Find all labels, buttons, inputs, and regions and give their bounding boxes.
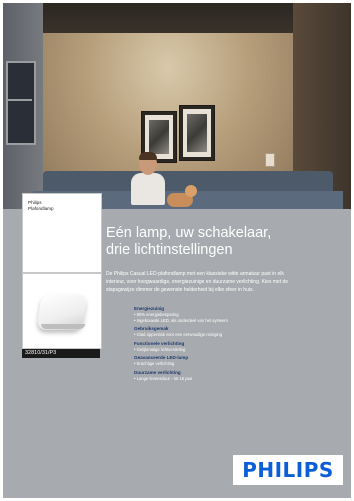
feature-item: Lange levensduur - tot 15 jaar bbox=[134, 376, 344, 382]
feature-group: Duurzame verlichting Lange levensduur - … bbox=[134, 370, 344, 382]
feature-item: Gelijkmatige lichtverdeling bbox=[134, 347, 344, 353]
feature-group: Functionele verlichting Gelijkmatige lic… bbox=[134, 341, 344, 353]
photo-person-hair bbox=[139, 152, 157, 160]
photo-person-body bbox=[131, 173, 165, 205]
intro-line-3: stapsgewijze dimmer de gewenste helderhe… bbox=[106, 287, 254, 293]
product-image-box bbox=[22, 273, 102, 349]
intro-line-2: interieur, voor hoogwaardige, energiezui… bbox=[106, 279, 289, 285]
photo-window-divider bbox=[6, 99, 32, 101]
feature-item: Ingebouwde LED, als onderdeel van het sy… bbox=[134, 318, 344, 324]
product-label-box: Philips Plafondlamp bbox=[22, 193, 102, 273]
philips-logo: PHILIPS bbox=[233, 455, 343, 485]
photo-window bbox=[6, 61, 36, 145]
feature-group: Geavanceerde LED-lamp Krachtige verlicht… bbox=[134, 355, 344, 367]
headline-line-2: drie lichtinstellingen bbox=[106, 242, 233, 258]
philips-logo-text: PHILIPS bbox=[242, 458, 334, 482]
ceiling-lamp-rim bbox=[40, 324, 86, 329]
headline: Eén lamp, uw schakelaar, drie lichtinste… bbox=[106, 225, 346, 259]
intro-line-1: De Philips Casual LED-plafondlamp met ee… bbox=[106, 271, 284, 277]
feature-group: Gebruiksgemak Glad oppervlak voor een ee… bbox=[134, 326, 344, 338]
product-code: 32810/31/P3 bbox=[22, 349, 100, 358]
living-room-photo bbox=[3, 3, 351, 209]
light-switch-icon bbox=[265, 153, 275, 167]
photo-dog-head bbox=[185, 185, 197, 197]
intro-paragraph: De Philips Casual LED-plafondlamp met ee… bbox=[106, 270, 346, 294]
headline-line-1: Eén lamp, uw schakelaar, bbox=[106, 225, 272, 241]
feature-item: Glad oppervlak voor een eenvoudige reini… bbox=[134, 332, 344, 338]
product-type: Plafondlamp bbox=[28, 206, 54, 211]
product-leaflet-page: Philips Plafondlamp 32810/31/P3 Eén lamp… bbox=[3, 3, 351, 498]
feature-item: Krachtige verlichting bbox=[134, 361, 344, 367]
photo-picture-frame-right bbox=[179, 105, 215, 161]
feature-group: Energiezuinig 80% energiebesparing Ingeb… bbox=[134, 306, 344, 323]
feature-list: Energiezuinig 80% energiebesparing Ingeb… bbox=[134, 306, 344, 384]
